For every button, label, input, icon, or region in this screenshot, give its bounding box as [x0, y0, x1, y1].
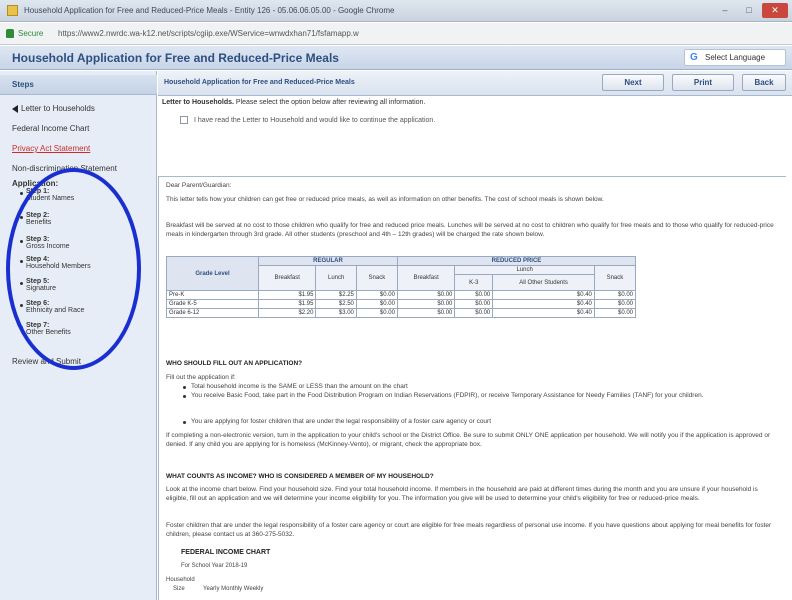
col-header: Snack [355, 265, 398, 291]
table-row: Grade K-5 $1.95 $2.50 $0.00 $0.00 $0.00 … [166, 299, 637, 309]
print-button[interactable]: Print [672, 74, 734, 91]
income-chart-year: For School Year 2018-19 [181, 563, 248, 569]
list-item: Total household income is the SAME or LE… [191, 383, 408, 390]
col-header: Lunch [315, 265, 357, 291]
table-row: Grade 6-12 $2.20 $3.00 $0.00 $0.00 $0.00… [166, 308, 637, 318]
reduced-price-header: REDUCED PRICE [396, 256, 637, 266]
list-item: You receive Basic Food, take part in the… [191, 392, 704, 399]
select-language-button[interactable]: G Select Language [684, 49, 786, 66]
bullet-icon [183, 386, 186, 389]
continue-checkbox-label: I have read the Letter to Household and … [194, 116, 436, 124]
regular-header: REGULAR [258, 256, 398, 266]
letter-paragraph-2: Breakfast will be served at no cost to t… [166, 222, 774, 238]
steps-heading: Steps [12, 80, 34, 89]
who-should-apply-heading: WHO SHOULD FILL OUT AN APPLICATION? [166, 360, 303, 367]
letter-paragraph-3: If completing a non-electronic version, … [166, 432, 771, 448]
minimize-button[interactable]: – [714, 3, 736, 18]
instruction-text: Letter to Households. Please select the … [162, 99, 426, 106]
bullet-icon [20, 192, 23, 195]
col-header: All Other Students [492, 274, 595, 291]
letter-paragraph-4: Look at the income chart below. Find you… [166, 486, 758, 502]
steps-header: Steps [0, 75, 157, 95]
page-favicon-icon [7, 5, 18, 16]
table-row: Pre-K $1.95 $2.25 $0.00 $0.00 $0.00 $0.4… [166, 290, 637, 300]
highlight-oval-annotation [6, 168, 141, 370]
letter-greeting: Dear Parent/Guardian: [166, 182, 232, 189]
income-period-headers: Yearly Monthly Weekly [203, 586, 264, 592]
col-header: Breakfast [257, 265, 317, 291]
content-toolbar: Household Application for Free and Reduc… [158, 71, 792, 96]
bullet-icon [183, 421, 186, 424]
maximize-button[interactable]: □ [738, 3, 760, 18]
letter-paragraph-1: This letter tells how your children can … [166, 196, 604, 203]
secure-label: Secure [18, 29, 44, 38]
letter-paragraph-5: Foster children that are under the legal… [166, 522, 772, 538]
app-title: Household Application for Free and Reduc… [12, 51, 339, 65]
sidebar-item-label: Letter to Households [21, 104, 95, 113]
col-header: K-3 [454, 274, 494, 291]
grade-level-header: Grade Level [166, 256, 259, 291]
col-header: Snack [593, 265, 637, 291]
window-title: Household Application for Free and Reduc… [24, 6, 395, 15]
address-bar[interactable]: Secure https://www2.nwrdc.wa-k12.net/scr… [0, 23, 792, 45]
size-column-header: Size [173, 586, 185, 592]
google-translate-icon: G [690, 52, 698, 63]
select-language-label: Select Language [705, 53, 766, 62]
col-header: Breakfast [396, 265, 456, 291]
fill-intro: Fill out the application if: [166, 374, 236, 381]
sidebar-item-income-chart[interactable]: Federal Income Chart [12, 124, 89, 133]
continue-checkbox-row[interactable]: I have read the Letter to Household and … [180, 116, 435, 124]
list-item: You are applying for foster children tha… [191, 418, 492, 425]
next-button[interactable]: Next [602, 74, 664, 91]
bullet-icon [183, 395, 186, 398]
close-button[interactable]: ✕ [762, 3, 788, 18]
lunch-group-header: Lunch [454, 265, 595, 275]
browser-title-bar: Household Application for Free and Reduc… [0, 0, 792, 22]
continue-checkbox[interactable] [180, 116, 188, 124]
back-button[interactable]: Back [742, 74, 786, 91]
sidebar-item-privacy-act[interactable]: Privacy Act Statement [12, 144, 90, 153]
app-header: Household Application for Free and Reduc… [0, 46, 792, 70]
income-chart-title: FEDERAL INCOME CHART [181, 549, 271, 556]
url-text[interactable]: https://www2.nwrdc.wa-k12.net/scripts/cg… [58, 29, 359, 38]
sidebar-item-letter[interactable]: Letter to Households [12, 104, 95, 113]
letter-panel[interactable]: Dear Parent/Guardian: This letter tells … [158, 176, 786, 600]
household-column-header: Household [166, 577, 195, 583]
current-step-arrow-icon [12, 104, 18, 113]
income-heading: WHAT COUNTS AS INCOME? WHO IS CONSIDERED… [166, 473, 434, 480]
content-title: Household Application for Free and Reduc… [164, 79, 355, 86]
meal-prices-table: Grade Level REGULAR REDUCED PRICE Breakf… [166, 256, 637, 318]
lock-icon [6, 29, 14, 38]
